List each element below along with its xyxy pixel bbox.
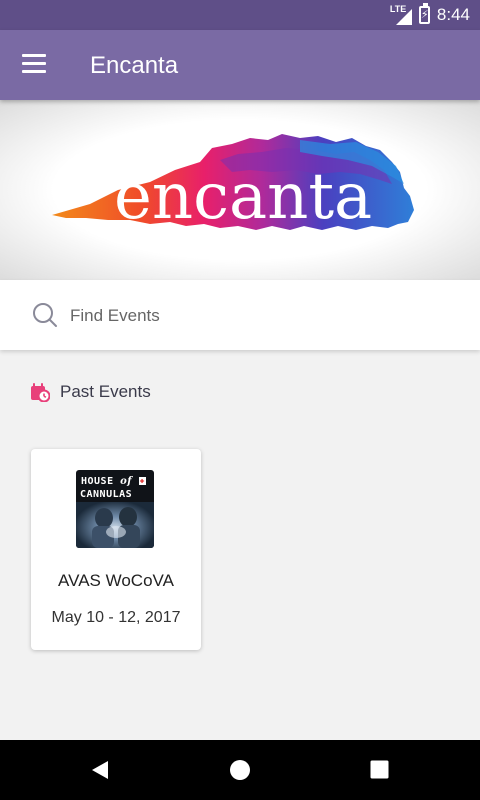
red-cross-icon: ✚	[138, 476, 146, 485]
home-icon[interactable]	[229, 760, 251, 782]
section-title: Past Events	[60, 382, 151, 401]
back-icon[interactable]	[90, 760, 110, 780]
event-thumbnail: HOUSE of ✚ CANNULAS	[76, 470, 154, 548]
thumb-photo	[76, 502, 154, 548]
search-icon	[33, 303, 57, 327]
past-events-header: Past Events	[30, 382, 151, 402]
menu-icon[interactable]	[22, 54, 46, 74]
search-input[interactable]	[70, 302, 450, 330]
thumb-text-line1: HOUSE of ✚	[81, 476, 146, 487]
calendar-clock-icon	[31, 383, 50, 402]
app-bar: Encanta	[0, 30, 480, 100]
signal-indicator: LTE	[390, 4, 412, 25]
encanta-logo: encanta	[52, 134, 414, 234]
navigation-bar	[0, 740, 480, 800]
status-bar: LTE ⚡ 8:44	[0, 0, 480, 30]
status-icons: LTE ⚡ 8:44	[390, 3, 470, 25]
recents-icon[interactable]	[370, 760, 389, 779]
event-name: AVAS WoCoVA	[58, 571, 174, 590]
app-title: Encanta	[90, 52, 179, 79]
search-bar	[0, 280, 480, 350]
signal-icon	[395, 9, 412, 25]
logo-text: encanta	[114, 160, 372, 234]
battery-icon: ⚡	[418, 3, 430, 24]
clock: 8:44	[436, 5, 470, 24]
event-date: May 10 - 12, 2017	[51, 609, 181, 626]
banner: encanta	[0, 100, 480, 280]
event-card[interactable]: HOUSE of ✚ CANNULAS AVAS WoCoVA May 10 -…	[31, 449, 201, 650]
thumb-text-line2: CANNULAS	[80, 489, 133, 500]
